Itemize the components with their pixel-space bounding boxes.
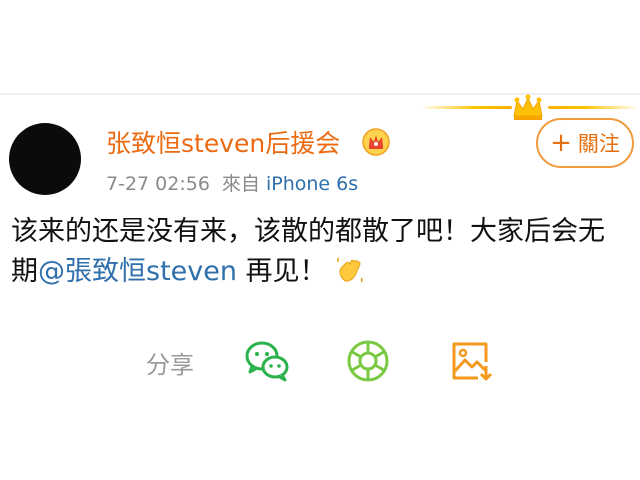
plus-icon: +: [550, 128, 572, 158]
weibo-post-card: 张致恒steven后援会 7-27 02:56 來自 iPhone 6s + 關注…: [0, 0, 640, 480]
vip-crown-badge-icon: [362, 128, 390, 156]
post-text: 该来的还是没有来，该散的都散了吧！大家后会无期@張致恒steven 再见！: [11, 212, 631, 292]
post-time: 7-27 02:56: [106, 173, 210, 195]
waving-hand-emoji-icon: [337, 257, 363, 283]
post-source[interactable]: iPhone 6s: [266, 173, 358, 195]
gold-decor-line-right: [548, 106, 640, 109]
share-label: 分享: [146, 351, 194, 379]
follow-label: 關注: [577, 132, 620, 156]
gold-decor-line-left: [420, 106, 512, 109]
save-image-icon[interactable]: [448, 338, 494, 384]
follow-button[interactable]: + 關注: [536, 118, 634, 168]
source-prefix: 來自: [221, 173, 260, 195]
username[interactable]: 张致恒steven后援会: [106, 124, 340, 160]
wechat-icon[interactable]: [244, 338, 290, 384]
moments-icon[interactable]: [345, 338, 391, 384]
post-text-part2: 再见！: [236, 256, 327, 287]
post-meta: 7-27 02:56 來自 iPhone 6s: [106, 169, 358, 196]
avatar[interactable]: [9, 123, 81, 195]
crown-icon: [513, 94, 543, 120]
mention-link[interactable]: @張致恒steven: [38, 256, 237, 287]
